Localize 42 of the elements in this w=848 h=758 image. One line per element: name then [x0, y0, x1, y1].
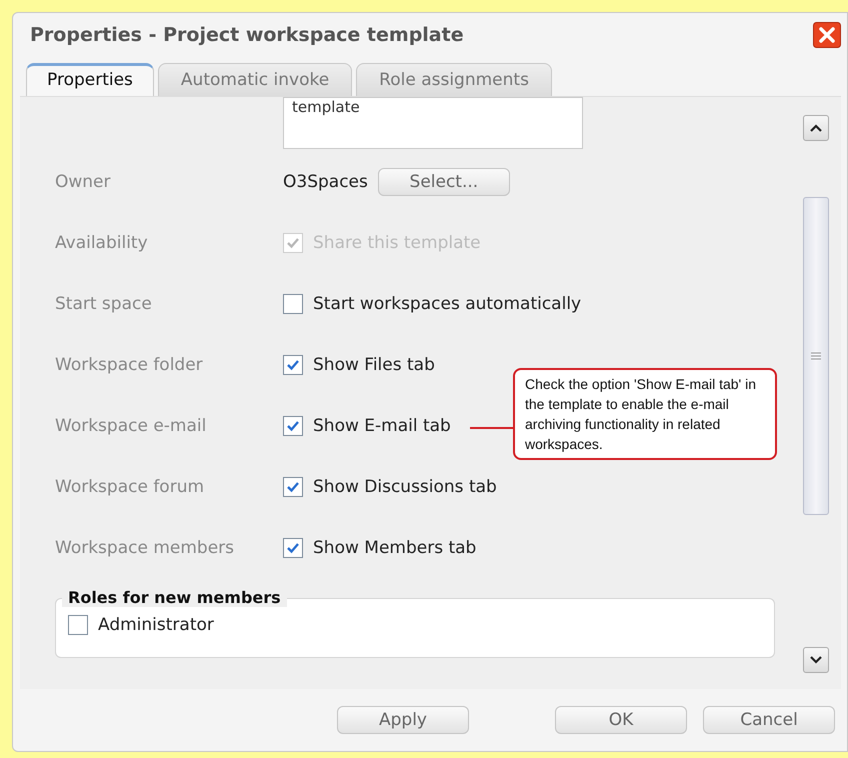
scroll-thumb[interactable] — [803, 197, 829, 515]
scroll-down-icon[interactable] — [803, 647, 829, 673]
checkbox[interactable] — [68, 615, 88, 635]
dialog-button[interactable]: Apply — [337, 706, 469, 734]
close-icon[interactable] — [813, 22, 841, 48]
field-label: Workspace members — [55, 538, 235, 558]
field-label: Availability — [55, 232, 149, 252]
checkbox[interactable] — [283, 476, 303, 496]
checkbox[interactable] — [283, 354, 303, 374]
check-icon — [286, 480, 300, 494]
checkbox[interactable] — [283, 538, 303, 558]
tab[interactable]: Role assignments — [356, 63, 552, 96]
callout-note: Check the option 'Show E-mail tab' in the template to enable the e-mail archiving functionality in related workspaces. — [513, 368, 777, 460]
tab[interactable]: Properties — [26, 63, 154, 96]
window-title: Properties - Project workspace template — [30, 24, 464, 46]
dialog-button[interactable]: OK — [555, 706, 687, 734]
select-button[interactable]: Select... — [378, 168, 510, 196]
field-label: Workspace folder — [55, 354, 204, 374]
checkbox-label: Start workspaces automatically — [313, 294, 582, 314]
checkbox[interactable] — [283, 416, 303, 436]
check-icon — [286, 358, 300, 372]
checkbox[interactable] — [283, 294, 303, 314]
tab[interactable]: Automatic invoke — [158, 63, 352, 96]
check-icon — [286, 540, 300, 554]
field-label: Start space — [55, 294, 153, 314]
dialog-button[interactable]: Cancel — [703, 706, 835, 734]
scroll-up-icon[interactable] — [803, 115, 829, 141]
check-icon — [286, 236, 300, 250]
field-label: Owner — [55, 172, 112, 192]
description-field[interactable]: template — [283, 97, 583, 149]
owner-value: O3Spaces — [283, 172, 368, 192]
leader-line — [470, 426, 515, 428]
description-text: template — [292, 98, 361, 116]
field-label: Workspace e-mail — [55, 416, 208, 436]
checkbox-label: Show Members tab — [313, 538, 476, 558]
field-label: Workspace forum — [55, 476, 206, 496]
group-title: Roles for new members — [62, 588, 287, 607]
checkbox-label: Show Files tab — [313, 354, 435, 374]
checkbox-label: Show Discussions tab — [313, 476, 497, 496]
checkbox-label: Show E-mail tab — [313, 416, 451, 436]
check-icon — [286, 418, 300, 432]
checkbox-label: Administrator — [98, 615, 214, 635]
